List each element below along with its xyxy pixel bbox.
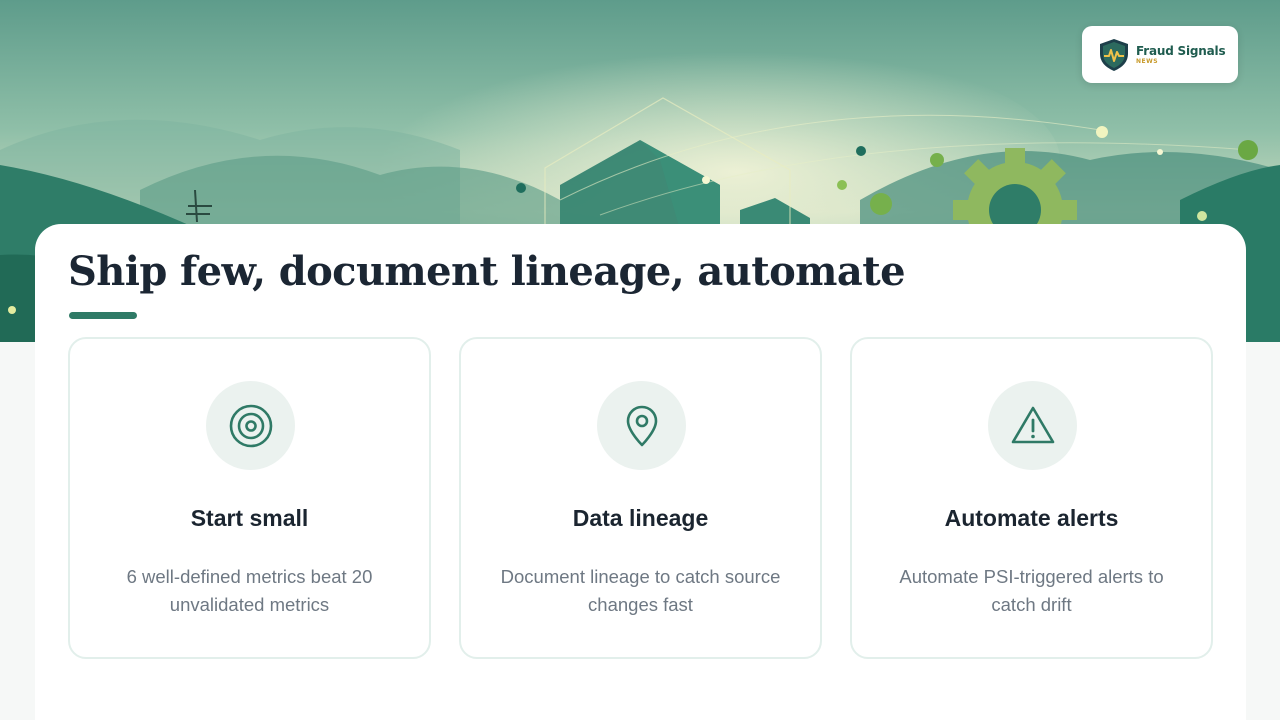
card-title: Data lineage [572,505,709,531]
card-description: 6 well-defined metrics beat 20 unvalidat… [126,566,373,615]
brand-text: Fraud Signals NEWS [1136,43,1226,65]
shield-logo-icon [1100,38,1128,71]
brand-logo[interactable]: Fraud Signals NEWS [1082,26,1238,83]
card-automate-alerts: Automate alerts Automate PSI-triggered a… [850,337,1213,659]
card-data-lineage: Data lineage Document lineage to catch s… [459,337,822,659]
icon-circle [206,381,295,470]
title-underline [69,312,137,319]
alert-triangle-icon [1011,406,1054,443]
brand-sub: NEWS [1136,57,1159,65]
icon-circle [597,381,686,470]
brand-name: Fraud Signals [1136,43,1226,58]
icon-circle [988,381,1077,470]
target-icon [229,404,272,447]
page-title: Ship few, document lineage, automate [68,248,906,295]
card-description: Document lineage to catch source changes… [500,566,781,615]
map-pin-icon [626,405,657,446]
card-title: Automate alerts [944,505,1119,531]
card-title: Start small [190,505,309,531]
card-start-small: Start small 6 well-defined metrics beat … [68,337,431,659]
card-description: Automate PSI-triggered alerts to catch d… [899,566,1164,615]
